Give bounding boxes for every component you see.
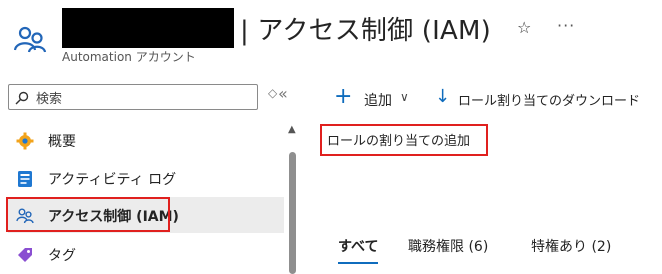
download-role-assignments-button[interactable]: ロール割り当てのダウンロード (458, 90, 640, 109)
sidebar-item-label: タグ (48, 248, 76, 264)
page-subtitle: Automation アカウント (62, 50, 196, 64)
highlight-box-nav (6, 197, 170, 232)
search-placeholder: 検索 (36, 92, 63, 107)
add-button[interactable]: 追加 (364, 90, 392, 110)
active-tab-underline (338, 262, 378, 264)
redacted-resource-name (62, 8, 234, 48)
download-icon[interactable]: ↓ (435, 86, 450, 107)
tab-all[interactable]: すべて (338, 236, 378, 256)
menu-item-label: ロールの割り当ての追加 (327, 134, 471, 149)
search-icon (15, 90, 29, 105)
sidebar-item-overview[interactable]: 概要 (8, 122, 284, 158)
sidebar-item-tags[interactable]: タグ (8, 236, 284, 272)
add-icon[interactable]: + (334, 86, 352, 108)
tab-job-function-roles[interactable]: 職務権限 (6) (408, 236, 488, 256)
scroll-up-icon[interactable]: ▲ (288, 124, 296, 135)
chevron-down-icon[interactable]: ∨ (400, 90, 409, 104)
sidebar-item-label: 概要 (48, 134, 76, 150)
resource-people-icon (13, 24, 48, 58)
activity-log-icon (16, 170, 34, 188)
sort-toggle-icon[interactable]: ◇ (268, 86, 277, 100)
sidebar-scrollbar[interactable] (289, 152, 296, 274)
tab-privileged[interactable]: 特権あり (2) (531, 236, 611, 256)
more-options-icon[interactable]: ··· (557, 16, 575, 35)
tag-icon (16, 246, 34, 264)
favorite-star-icon[interactable]: ☆ (517, 18, 531, 37)
sidebar-item-label: アクティビティ ログ (48, 172, 177, 188)
sidebar-item-activity-log[interactable]: アクティビティ ログ (8, 160, 284, 196)
gear-icon (16, 132, 34, 150)
page-title: | アクセス制御 (IAM) (240, 16, 491, 46)
collapse-sidebar-icon[interactable]: « (278, 84, 288, 103)
